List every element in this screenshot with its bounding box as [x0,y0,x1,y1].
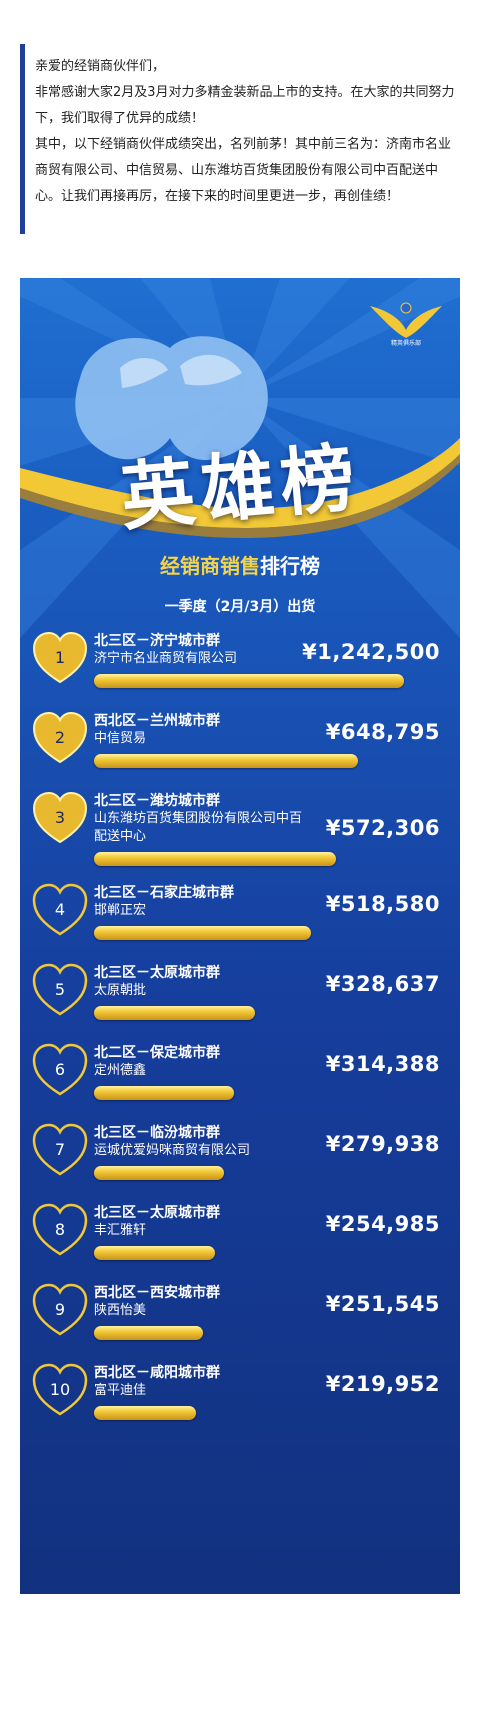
rank-number: 10 [49,1380,71,1399]
rank-number: 8 [54,1220,66,1239]
hero-poster: 精英俱乐部 英雄榜 经销商销售排行榜 一季度（2月/3月）出货 1 北三区－济宁… [20,278,460,1594]
intro-thanks: 非常感谢大家2月及3月对力多精金装新品上市的支持。在大家的共同努力下，我们取得了… [35,85,455,126]
sales-bar-track [94,754,404,768]
intro-top-three: 其中，以下经销商伙伴成绩突出，名列前茅！其中前三名为：济南市名业商贸有限公司、中… [35,137,452,204]
heart-badge: 10 [30,1362,90,1418]
heart-badge: 7 [30,1122,90,1178]
row-company: 太原朝批 [94,983,147,998]
heart-badge: 5 [30,962,90,1018]
rank-number: 9 [54,1300,66,1319]
row-amount: ¥219,952 [325,1372,440,1396]
sales-bar [94,1086,234,1100]
row-amount: ¥328,637 [325,972,440,996]
intro-accent-bar [20,44,25,234]
intro-section: 亲爱的经销商伙伴们， 非常感谢大家2月及3月对力多精金装新品上市的支持。在大家的… [20,44,460,234]
ranking-subtitle: 经销商销售排行榜 [20,550,460,579]
ranking-row: 1 北三区－济宁城市群 济宁市名业商贸有限公司 ¥1,242,500 [30,630,450,710]
row-amount: ¥314,388 [325,1052,440,1076]
row-region: 北三区－太原城市群 [94,965,220,981]
subtitle-gold-part: 经销商销售 [160,554,260,578]
row-amount: ¥648,795 [325,720,440,744]
row-region: 北三区－济宁城市群 [94,633,220,649]
intro-text: 亲爱的经销商伙伴们， 非常感谢大家2月及3月对力多精金装新品上市的支持。在大家的… [35,54,460,210]
row-amount: ¥254,985 [325,1212,440,1236]
intro-greeting: 亲爱的经销商伙伴们， [35,59,166,74]
sales-bar-track [94,1246,404,1260]
sales-bar [94,926,311,940]
row-region: 北三区－石家庄城市群 [94,885,234,901]
row-region: 北二区－保定城市群 [94,1045,220,1061]
heart-badge: 6 [30,1042,90,1098]
ranking-row: 3 北三区－潍坊城市群 山东潍坊百货集团股份有限公司中百配送中心 ¥572,30… [30,790,450,870]
row-company: 济宁市名业商贸有限公司 [94,651,238,666]
sales-bar [94,674,404,688]
row-region: 北三区－太原城市群 [94,1205,220,1221]
row-company: 中信贸易 [94,731,147,746]
sales-bar-track [94,852,404,866]
sales-bar [94,1246,215,1260]
row-amount: ¥1,242,500 [302,640,440,664]
row-company: 邯郸正宏 [94,903,147,918]
logo-text: 精英俱乐部 [390,340,421,347]
sales-bar-track [94,1006,404,1020]
row-region: 北三区－潍坊城市群 [94,793,220,809]
heart-badge: 4 [30,882,90,938]
ranking-row: 5 北三区－太原城市群 太原朝批 ¥328,637 [30,962,450,1042]
rank-number: 1 [54,648,66,667]
row-region: 北三区－临汾城市群 [94,1125,220,1141]
row-amount: ¥572,306 [325,816,440,840]
rank-number: 6 [54,1060,66,1079]
sales-bar [94,852,336,866]
row-amount: ¥518,580 [325,892,440,916]
row-company: 陕西怡美 [94,1303,147,1318]
rank-number: 4 [54,900,66,919]
row-company: 定州德鑫 [94,1063,147,1078]
rank-number: 3 [54,808,66,827]
rank-number: 7 [54,1140,66,1159]
row-company: 丰汇雅轩 [94,1223,147,1238]
sales-bar [94,1406,197,1420]
heart-badge: 9 [30,1282,90,1338]
sales-bar-track [94,674,404,688]
row-amount: ¥279,938 [325,1132,440,1156]
row-company: 富平迪佳 [94,1383,147,1398]
sales-bar-track [94,1166,404,1180]
row-company: 山东潍坊百货集团股份有限公司中百配送中心 [94,811,303,844]
sales-bar [94,1006,256,1020]
heart-badge: 1 [30,630,90,686]
sales-bar [94,1326,203,1340]
row-amount: ¥251,545 [325,1292,440,1316]
subtitle-white-part: 排行榜 [260,554,320,578]
heart-badge: 2 [30,710,90,766]
heart-badge: 8 [30,1202,90,1258]
period-label: 一季度（2月/3月）出货 [164,599,316,615]
rank-number: 2 [54,728,66,747]
sales-bar-track [94,926,404,940]
sales-bar [94,1166,225,1180]
ranking-row: 4 北三区－石家庄城市群 邯郸正宏 ¥518,580 [30,882,450,962]
club-logo: 精英俱乐部 [366,296,446,356]
ranking-row: 10 西北区－咸阳城市群 富平迪佳 ¥219,952 [30,1362,450,1442]
ranking-row: 7 北三区－临汾城市群 运城优爱妈咪商贸有限公司 ¥279,938 [30,1122,450,1202]
row-region: 西北区－兰州城市群 [94,713,220,729]
row-region: 西北区－西安城市群 [94,1285,220,1301]
ranking-row: 6 北二区－保定城市群 定州德鑫 ¥314,388 [30,1042,450,1122]
sales-bar [94,754,358,768]
sales-bar-track [94,1406,404,1420]
logo-wings-icon [370,302,442,338]
ranking-row: 9 西北区－西安城市群 陕西怡美 ¥251,545 [30,1282,450,1362]
rank-number: 5 [54,980,66,999]
row-company: 运城优爱妈咪商贸有限公司 [94,1143,251,1158]
heart-badge: 3 [30,790,90,846]
sales-bar-track [94,1086,404,1100]
ranking-row: 2 西北区－兰州城市群 中信贸易 ¥648,795 [30,710,450,790]
row-region: 西北区－咸阳城市群 [94,1365,220,1381]
sales-bar-track [94,1326,404,1340]
ranking-row: 8 北三区－太原城市群 丰汇雅轩 ¥254,985 [30,1202,450,1282]
